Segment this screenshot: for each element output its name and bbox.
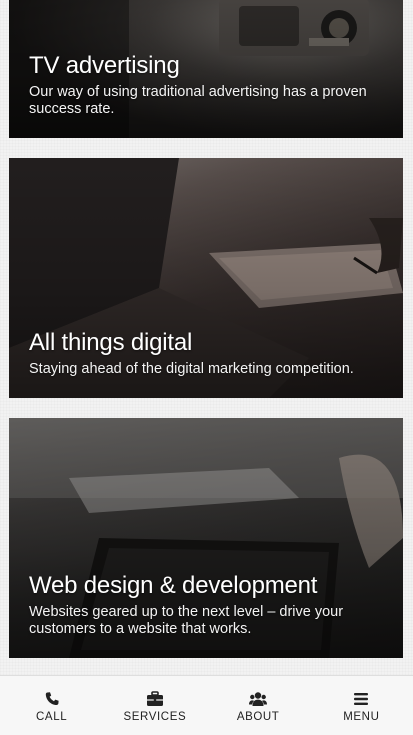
card-caption: All things digital Staying ahead of the … bbox=[29, 329, 387, 378]
nav-call-label: CALL bbox=[36, 711, 68, 723]
card-description: Our way of using traditional advertising… bbox=[29, 84, 367, 117]
briefcase-icon bbox=[146, 691, 163, 706]
page: TV advertising Our way of using traditio… bbox=[0, 0, 413, 735]
nav-services-button[interactable]: SERVICES bbox=[103, 676, 206, 735]
card-title: Web design & development bbox=[29, 572, 318, 599]
service-card-web-design[interactable]: Web design & development Websites geared… bbox=[9, 418, 403, 658]
bottom-navigation-bar: CALL SERVICES ABOUT MENU bbox=[0, 675, 413, 735]
nav-about-label: ABOUT bbox=[236, 711, 280, 723]
phone-icon bbox=[45, 692, 59, 705]
nav-about-button[interactable]: ABOUT bbox=[207, 676, 310, 735]
service-card-all-things-digital[interactable]: All things digital Staying ahead of the … bbox=[9, 158, 403, 398]
nav-menu-button[interactable]: MENU bbox=[310, 676, 413, 735]
users-icon bbox=[249, 692, 268, 706]
hamburger-icon bbox=[354, 693, 369, 705]
nav-menu-label: MENU bbox=[343, 711, 380, 723]
card-description: Staying ahead of the digital marketing c… bbox=[29, 361, 354, 377]
card-caption: TV advertising Our way of using traditio… bbox=[29, 52, 387, 118]
card-description: Websites geared up to the next level – d… bbox=[29, 604, 344, 637]
nav-call-button[interactable]: CALL bbox=[0, 676, 103, 735]
card-caption: Web design & development Websites geared… bbox=[29, 572, 387, 638]
card-title: All things digital bbox=[29, 329, 193, 356]
service-card-tv-advertising[interactable]: TV advertising Our way of using traditio… bbox=[9, 0, 403, 138]
card-title: TV advertising bbox=[29, 52, 180, 79]
nav-services-label: SERVICES bbox=[123, 711, 187, 723]
